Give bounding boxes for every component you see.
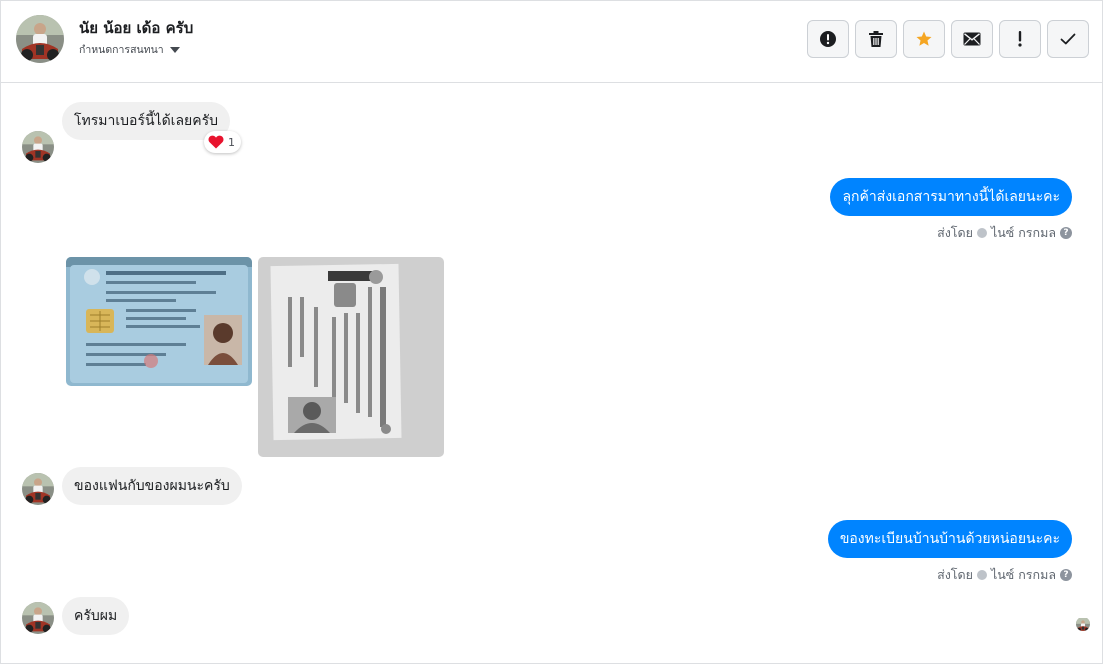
help-icon[interactable]: ? — [1060, 569, 1072, 581]
reaction-badge[interactable]: 1 — [204, 131, 241, 153]
envelope-icon — [963, 32, 981, 46]
sent-by-label: ส่งโดย — [937, 567, 973, 582]
spam-button[interactable] — [999, 20, 1041, 58]
trash-icon — [869, 31, 883, 47]
id-card-front-image[interactable] — [66, 257, 252, 386]
help-icon[interactable]: ? — [1060, 227, 1072, 239]
conversation-header: นัย น้อย เด้อ ครับ กำหนดการสนทนา — [1, 1, 1102, 83]
report-button[interactable] — [807, 20, 849, 58]
avatar[interactable] — [22, 602, 54, 634]
sent-by-meta: ส่งโดย ไนซ์ กรกมล ? — [937, 223, 1072, 243]
mark-unread-button[interactable] — [951, 20, 993, 58]
sent-status-icon — [976, 570, 987, 580]
message-bubble-outgoing[interactable]: ของทะเบียนบ้านบ้านด้วยหน่อยนะคะ — [827, 520, 1072, 558]
seen-indicator-avatar — [1076, 617, 1090, 631]
message-bubble-outgoing[interactable]: ลุกค้าส่งเอกสารมาทางนี้ได้เลยนะคะ — [830, 178, 1072, 216]
star-button[interactable] — [903, 20, 945, 58]
message-text: ของแฟนกับของผมนะครับ — [74, 478, 230, 494]
schedule-conversation-label: กำหนดการสนทนา — [79, 44, 164, 56]
id-card-photocopy-image[interactable] — [258, 257, 444, 457]
heart-icon — [208, 135, 224, 149]
profile-photo-icon — [16, 15, 64, 63]
caret-down-icon — [169, 47, 180, 53]
message-text: ลุกค้าส่งเอกสารมาทางนี้ได้เลยนะคะ — [842, 189, 1060, 205]
reaction-count: 1 — [228, 135, 235, 149]
sent-by-label: ส่งโดย — [937, 225, 973, 240]
conversation-toolbar — [807, 20, 1089, 58]
avatar[interactable] — [22, 473, 54, 505]
star-icon — [916, 31, 932, 46]
contact-name[interactable]: นัย น้อย เด้อ ครับ — [79, 16, 193, 40]
check-icon — [1060, 33, 1076, 45]
conversation-panel: นัย น้อย เด้อ ครับ กำหนดการสนทนา โทรมาเบ… — [0, 0, 1103, 664]
sender-name: ไนซ์ กรกมล — [990, 567, 1056, 582]
sent-by-meta: ส่งโดย ไนซ์ กรกมล ? — [937, 565, 1072, 585]
message-text: โทรมาเบอร์นี้ได้เลยครับ — [74, 113, 218, 129]
message-bubble-incoming[interactable]: ครับผม — [62, 597, 130, 635]
message-text: ของทะเบียนบ้านบ้านด้วยหน่อยนะคะ — [839, 531, 1060, 547]
message-text: ครับผม — [74, 608, 118, 624]
done-button[interactable] — [1047, 20, 1089, 58]
profile-photo-icon — [1076, 618, 1090, 631]
sent-status-icon — [976, 228, 987, 238]
profile-photo-icon — [22, 473, 54, 505]
profile-photo-icon — [22, 602, 54, 634]
message-bubble-incoming[interactable]: โทรมาเบอร์นี้ได้เลยครับ — [62, 102, 230, 140]
exclamation-icon — [1018, 31, 1022, 47]
schedule-conversation-dropdown[interactable]: กำหนดการสนทนา — [79, 41, 180, 58]
message-bubble-incoming[interactable]: ของแฟนกับของผมนะครับ — [62, 467, 242, 505]
sender-name: ไนซ์ กรกมล — [990, 225, 1056, 240]
avatar[interactable] — [22, 131, 54, 163]
exclamation-circle-icon — [820, 31, 836, 47]
avatar[interactable] — [16, 15, 64, 63]
id-card-photocopy-icon — [258, 257, 444, 457]
delete-button[interactable] — [855, 20, 897, 58]
profile-photo-icon — [22, 131, 54, 163]
id-card-front-icon — [66, 257, 252, 386]
